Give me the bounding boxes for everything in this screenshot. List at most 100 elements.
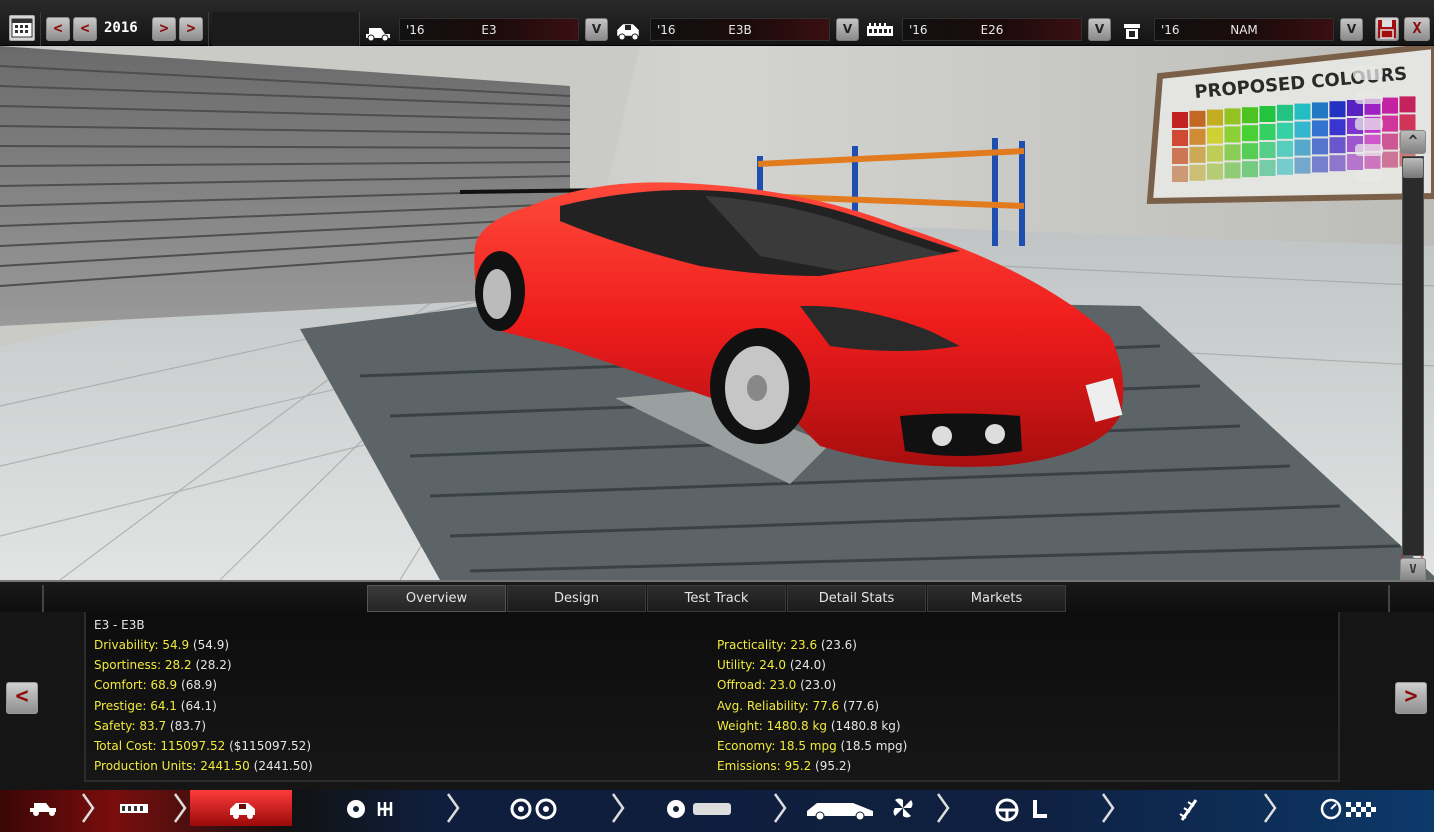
- year-next-button[interactable]: >: [152, 17, 176, 41]
- stat-prev: (54.9): [192, 638, 230, 652]
- chassis-dropdown-button[interactable]: V: [585, 18, 608, 41]
- step-interior[interactable]: [990, 790, 1090, 826]
- stats-left-column: Drivability: 54.9 (54.9) Sportiness: 28.…: [94, 636, 313, 777]
- chevron-right-icon: [936, 793, 950, 823]
- chevron-right-icon: [173, 793, 187, 823]
- step-chassis[interactable]: [20, 790, 80, 826]
- year-next-fast-button[interactable]: >: [179, 17, 203, 41]
- prev-design-button[interactable]: <: [6, 682, 38, 714]
- car-preview-viewport[interactable]: PROPOSED COLOURS ^ V: [0, 46, 1434, 580]
- color-swatch: [1242, 161, 1258, 178]
- scroll-down-button[interactable]: V: [1400, 558, 1426, 580]
- step-aerodynamics[interactable]: [805, 790, 925, 826]
- color-swatch: [1172, 130, 1188, 146]
- color-swatch: [1189, 128, 1206, 145]
- car-body-icon: [230, 803, 255, 819]
- stat-prev: (23.0): [800, 678, 837, 693]
- chassis-select[interactable]: '16 E3: [399, 18, 579, 41]
- engine-select[interactable]: '16 E26: [902, 18, 1082, 41]
- wheels-icon: [510, 798, 557, 820]
- chassis-value: E3: [481, 23, 497, 37]
- tab-bar-left-edge: [42, 585, 44, 614]
- stat-label: Drivability: 54.9: [94, 638, 190, 652]
- color-swatch: [1382, 115, 1398, 132]
- stat-prev: (18.5 mpg): [840, 738, 908, 753]
- step-suspension[interactable]: [1160, 790, 1250, 826]
- color-swatch: [1312, 102, 1328, 119]
- stat-weight: Weight: 1480.8 kg (1480.8 kg): [717, 717, 907, 737]
- color-swatch: [1259, 124, 1276, 140]
- engine-dropdown-button[interactable]: V: [1088, 18, 1111, 41]
- market-dropdown-button[interactable]: V: [1340, 18, 1363, 41]
- year-prev-button[interactable]: <: [73, 17, 97, 41]
- stat-avg-reliability: Avg. Reliability: 77.6 (77.6): [717, 697, 907, 717]
- scroll-up-button[interactable]: ^: [1400, 130, 1426, 154]
- color-swatch: [1242, 143, 1258, 160]
- color-swatch: [1294, 121, 1311, 138]
- year-label: 2016: [104, 20, 138, 36]
- year-prev-fast-button[interactable]: <: [46, 17, 70, 41]
- stat-production-units: Production Units: 2441.50 (2441.50): [94, 757, 313, 777]
- color-swatch: [1259, 142, 1276, 158]
- garage-scene: PROPOSED COLOURS: [0, 46, 1434, 580]
- stats-right-column: Practicality: 23.6 (23.6) Utility: 24.0 …: [717, 636, 907, 777]
- tab-markets[interactable]: Markets: [927, 585, 1066, 612]
- step-brakes[interactable]: [660, 790, 760, 826]
- color-swatch: [1259, 106, 1276, 122]
- stat-label: Total Cost: 115097.52: [94, 738, 226, 753]
- engine-icon: [866, 20, 894, 42]
- body-value: E3B: [728, 23, 752, 37]
- tab-detail-stats[interactable]: Detail Stats: [787, 585, 926, 612]
- body-select[interactable]: '16 E3B: [650, 18, 830, 41]
- next-design-button[interactable]: >: [1395, 682, 1427, 714]
- tab-overview[interactable]: Overview: [367, 585, 506, 612]
- step-transmission[interactable]: [340, 790, 440, 826]
- stat-prev: (95.2): [815, 759, 852, 774]
- brake-disc-icon: [667, 800, 731, 818]
- market-value: NAM: [1230, 23, 1258, 37]
- color-swatch: [1329, 119, 1346, 136]
- color-swatch: [1172, 166, 1188, 182]
- model-name: E3 - E3B: [94, 618, 145, 632]
- color-swatch: [1172, 112, 1188, 128]
- body-dropdown-button[interactable]: V: [836, 18, 859, 41]
- toolbar-spacer: [212, 12, 358, 46]
- color-swatch: [1329, 101, 1346, 118]
- stat-prev: ($115097.52): [229, 738, 311, 753]
- chevron-right-icon: [1101, 793, 1115, 823]
- step-testing[interactable]: [1310, 790, 1420, 826]
- color-swatch: [1207, 127, 1223, 144]
- save-button[interactable]: [1375, 17, 1399, 41]
- tab-bar: Overview Design Test Track Detail Stats …: [0, 580, 1434, 614]
- stat-comfort: Comfort: 68.9 (68.9): [94, 676, 313, 696]
- color-swatch: [1277, 104, 1293, 121]
- step-wheels[interactable]: [500, 790, 600, 826]
- stat-practicality: Practicality: 23.6 (23.6): [717, 636, 907, 656]
- color-swatch: [1277, 122, 1293, 139]
- step-car-design[interactable]: [190, 790, 292, 826]
- view-scrollbar[interactable]: ^ V: [1400, 130, 1426, 580]
- stat-label: Practicality: 23.6: [717, 638, 818, 652]
- market-select[interactable]: '16 NAM: [1154, 18, 1334, 41]
- color-swatch: [1224, 126, 1241, 143]
- stat-label: Offroad: 23.0: [717, 678, 797, 693]
- tab-design[interactable]: Design: [507, 585, 646, 612]
- stat-label: Comfort: 68.9: [94, 678, 178, 693]
- scroll-thumb[interactable]: [1403, 158, 1423, 178]
- color-swatch: [1224, 108, 1241, 125]
- color-swatch: [1329, 155, 1346, 172]
- color-swatch: [1207, 163, 1223, 180]
- color-swatch: [1382, 151, 1398, 168]
- color-swatch: [1277, 158, 1293, 175]
- close-button[interactable]: X: [1404, 17, 1430, 41]
- steering-seat-icon: [995, 798, 1047, 822]
- stat-label: Safety: 83.7: [94, 718, 167, 733]
- color-swatch: [1312, 156, 1328, 173]
- step-engine[interactable]: [100, 790, 170, 826]
- calendar-icon[interactable]: [9, 15, 35, 41]
- gear-shifter-icon: [347, 800, 393, 818]
- tab-test-track[interactable]: Test Track: [647, 585, 786, 612]
- scroll-track[interactable]: [1402, 156, 1424, 556]
- color-swatch: [1224, 162, 1241, 179]
- top-toolbar: < < 2016 > > '16 E3 V '16 E3B V '16 E26 …: [0, 0, 1434, 46]
